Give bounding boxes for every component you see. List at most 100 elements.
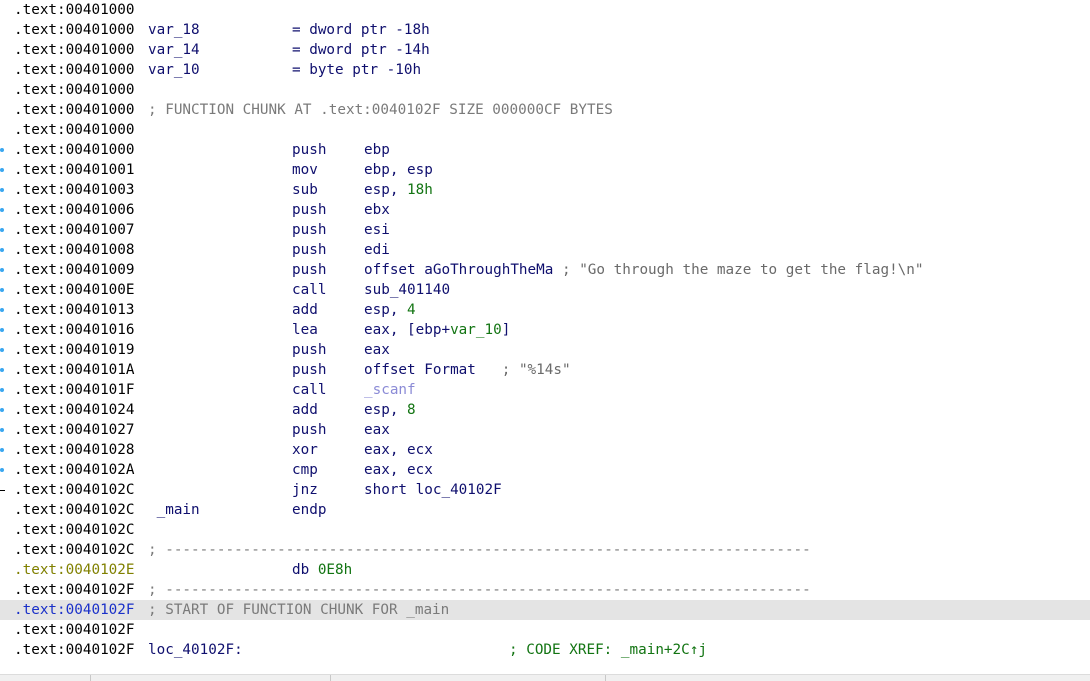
- instruction-operands[interactable]: edi: [364, 240, 390, 260]
- listing-line[interactable]: .text:00401000 var_10 = byte ptr -10h: [0, 60, 1090, 80]
- line-address[interactable]: .text:0040101A: [14, 360, 135, 380]
- line-label[interactable]: var_18: [148, 20, 200, 40]
- instruction-mnemonic[interactable]: cmp: [292, 460, 318, 480]
- line-address[interactable]: .text:00401028: [14, 440, 135, 460]
- line-address[interactable]: .text:00401024: [14, 400, 135, 420]
- instruction-mnemonic[interactable]: push: [292, 340, 326, 360]
- line-address[interactable]: .text:00401003: [14, 180, 135, 200]
- instruction-operands[interactable]: ebp, esp: [364, 160, 433, 180]
- instruction-operands[interactable]: eax, ecx: [364, 440, 433, 460]
- instruction-mnemonic[interactable]: push: [292, 420, 326, 440]
- instruction-mnemonic[interactable]: call: [292, 380, 326, 400]
- instruction-mnemonic[interactable]: push: [292, 360, 326, 380]
- listing-line[interactable]: .text:0040102C jnz short loc_40102F: [0, 480, 1090, 500]
- listing-line[interactable]: .text:0040102C: [0, 520, 1090, 540]
- instruction-operands[interactable]: eax: [364, 340, 390, 360]
- line-label[interactable]: _main: [148, 500, 200, 520]
- instruction-mnemonic[interactable]: call: [292, 280, 326, 300]
- line-address[interactable]: .text:00401008: [14, 240, 135, 260]
- listing-line[interactable]: .text:0040102F loc_40102F: ; CODE XREF: _m…: [0, 640, 1090, 660]
- instruction-operands[interactable]: offset Format ; "%14s": [364, 360, 571, 380]
- line-address[interactable]: .text:00401007: [14, 220, 135, 240]
- instruction-mnemonic[interactable]: add: [292, 400, 318, 420]
- listing-line[interactable]: .text:0040102C _main endp: [0, 500, 1090, 520]
- line-address[interactable]: .text:0040102F: [14, 620, 135, 640]
- disassembly-listing[interactable]: .text:00401000 .text:00401000 var_18 = dwor…: [0, 0, 1090, 660]
- line-address[interactable]: .text:00401000: [14, 140, 135, 160]
- listing-line[interactable]: .text:00401000: [0, 80, 1090, 100]
- code-xref-comment[interactable]: ; CODE XREF: _main+2C↑j: [509, 640, 707, 660]
- line-address[interactable]: .text:00401000: [14, 120, 135, 140]
- listing-line[interactable]: .text:00401019 push eax: [0, 340, 1090, 360]
- line-address[interactable]: .text:00401000: [14, 40, 135, 60]
- instruction-mnemonic[interactable]: add: [292, 300, 318, 320]
- instruction-mnemonic[interactable]: endp: [292, 500, 326, 520]
- instruction-mnemonic[interactable]: db 0E8h: [292, 560, 352, 580]
- instruction-mnemonic[interactable]: = dword ptr -18h: [292, 20, 430, 40]
- line-address[interactable]: .text:0040102C: [14, 540, 135, 560]
- line-address[interactable]: .text:0040102E: [14, 560, 135, 580]
- line-address[interactable]: .text:00401000: [14, 20, 135, 40]
- listing-line[interactable]: .text:0040102A cmp eax, ecx: [0, 460, 1090, 480]
- line-address[interactable]: .text:00401019: [14, 340, 135, 360]
- listing-line[interactable]: .text:00401003 sub esp, 18h: [0, 180, 1090, 200]
- line-address[interactable]: .text:00401027: [14, 420, 135, 440]
- listing-line[interactable]: .text:0040100E call sub_401140: [0, 280, 1090, 300]
- listing-line[interactable]: .text:0040101A push offset Format ; "%14s": [0, 360, 1090, 380]
- line-address[interactable]: .text:00401000: [14, 80, 135, 100]
- line-address[interactable]: .text:0040102F: [14, 580, 135, 600]
- instruction-operands[interactable]: ebp: [364, 140, 390, 160]
- listing-line[interactable]: .text:00401013 add esp, 4: [0, 300, 1090, 320]
- listing-line[interactable]: .text:00401000 var_14 = dword ptr -14h: [0, 40, 1090, 60]
- line-address[interactable]: .text:00401006: [14, 200, 135, 220]
- listing-line[interactable]: .text:00401028 xor eax, ecx: [0, 440, 1090, 460]
- listing-line[interactable]: .text:00401000: [0, 120, 1090, 140]
- line-label[interactable]: var_14: [148, 40, 200, 60]
- listing-line[interactable]: .text:00401024 add esp, 8: [0, 400, 1090, 420]
- instruction-mnemonic[interactable]: mov: [292, 160, 318, 180]
- line-address[interactable]: .text:0040102A: [14, 460, 135, 480]
- listing-line[interactable]: .text:00401008 push edi: [0, 240, 1090, 260]
- listing-line[interactable]: .text:00401016 lea eax, [ebp+var_10]: [0, 320, 1090, 340]
- instruction-mnemonic[interactable]: jnz: [292, 480, 318, 500]
- line-address[interactable]: .text:00401000: [14, 0, 135, 20]
- line-address[interactable]: .text:0040101F: [14, 380, 135, 400]
- listing-line[interactable]: .text:00401007 push esi: [0, 220, 1090, 240]
- listing-line[interactable]: .text:0040102F ; START OF FUNCTION CHUNK …: [0, 600, 1090, 620]
- line-address[interactable]: .text:0040102C: [14, 480, 135, 500]
- listing-line[interactable]: .text:00401000 ; FUNCTION CHUNK AT .text:…: [0, 100, 1090, 120]
- line-address[interactable]: .text:0040102C: [14, 520, 135, 540]
- instruction-operands[interactable]: sub_401140: [364, 280, 450, 300]
- instruction-mnemonic[interactable]: = byte ptr -10h: [292, 60, 421, 80]
- instruction-operands[interactable]: esp, 4: [364, 300, 416, 320]
- instruction-mnemonic[interactable]: push: [292, 260, 326, 280]
- listing-line[interactable]: .text:0040102C ; ------------------------…: [0, 540, 1090, 560]
- listing-line[interactable]: .text:0040102F ; ------------------------…: [0, 580, 1090, 600]
- instruction-operands[interactable]: ebx: [364, 200, 390, 220]
- line-address[interactable]: .text:00401000: [14, 100, 135, 120]
- instruction-mnemonic[interactable]: sub: [292, 180, 318, 200]
- listing-line[interactable]: .text:00401009 push offset aGoThroughTheMa…: [0, 260, 1090, 280]
- instruction-operands[interactable]: esp, 18h: [364, 180, 433, 200]
- listing-line[interactable]: .text:00401006 push ebx: [0, 200, 1090, 220]
- line-address[interactable]: .text:0040100E: [14, 280, 135, 300]
- instruction-mnemonic[interactable]: push: [292, 240, 326, 260]
- listing-line[interactable]: .text:0040102E db 0E8h: [0, 560, 1090, 580]
- line-label[interactable]: var_10: [148, 60, 200, 80]
- line-address[interactable]: .text:0040102F: [14, 600, 135, 620]
- instruction-operands[interactable]: eax, [ebp+var_10]: [364, 320, 510, 340]
- instruction-operands[interactable]: offset aGoThroughTheMa ; "Go through the…: [364, 260, 924, 280]
- listing-line[interactable]: .text:00401000 var_18 = dword ptr -18h: [0, 20, 1090, 40]
- instruction-mnemonic[interactable]: lea: [292, 320, 318, 340]
- line-address[interactable]: .text:00401016: [14, 320, 135, 340]
- instruction-mnemonic[interactable]: push: [292, 140, 326, 160]
- line-address[interactable]: .text:0040102C: [14, 500, 135, 520]
- instruction-operands[interactable]: eax: [364, 420, 390, 440]
- listing-line[interactable]: .text:0040101F call _scanf: [0, 380, 1090, 400]
- instruction-operands[interactable]: short loc_40102F: [364, 480, 502, 500]
- listing-line[interactable]: .text:0040102F: [0, 620, 1090, 640]
- instruction-operands[interactable]: _scanf: [364, 380, 416, 400]
- instruction-mnemonic[interactable]: push: [292, 200, 326, 220]
- instruction-operands[interactable]: esi: [364, 220, 390, 240]
- instruction-mnemonic[interactable]: push: [292, 220, 326, 240]
